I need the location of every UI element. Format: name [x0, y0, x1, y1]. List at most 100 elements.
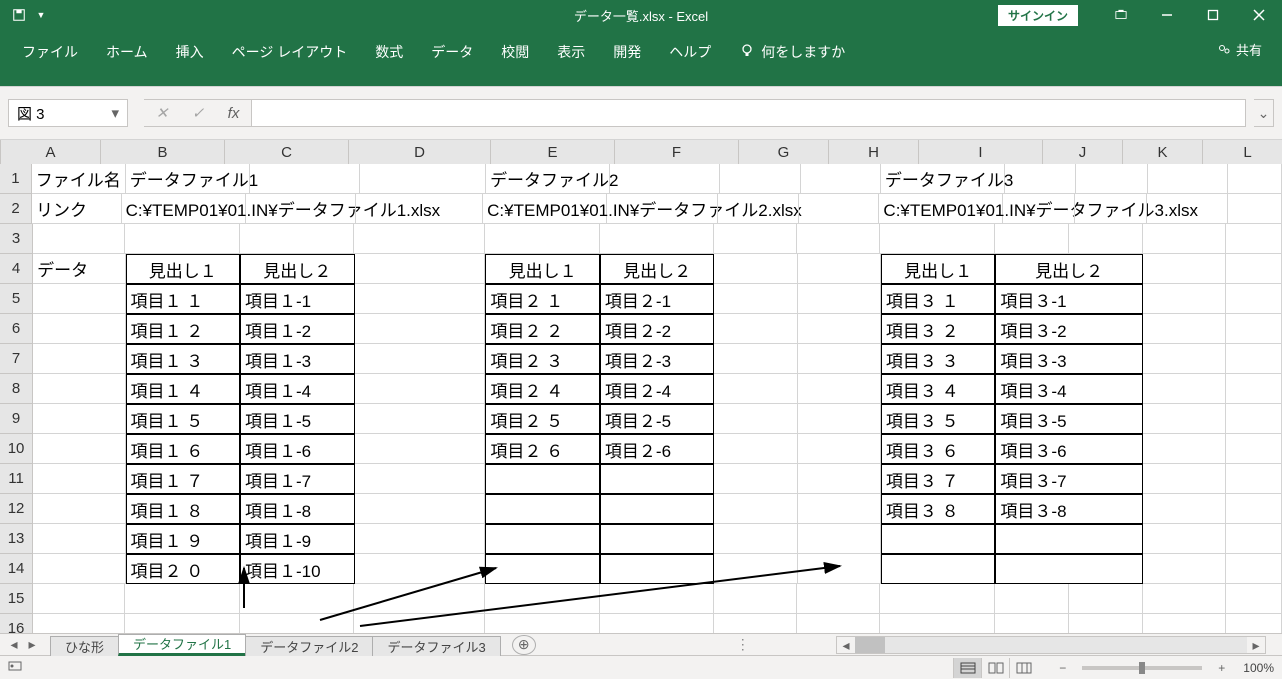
cell-I10[interactable]: 項目３ ６	[881, 434, 996, 464]
cell-B6[interactable]: 項目１ ２	[126, 314, 241, 344]
cell-E4[interactable]: 見出し１	[485, 254, 600, 284]
cell-F7[interactable]: 項目２-3	[600, 344, 715, 374]
cell-J7[interactable]: 項目３-3	[995, 344, 1143, 374]
cell-L6[interactable]	[1143, 314, 1226, 344]
cell-A12[interactable]	[33, 494, 125, 524]
cell-K3[interactable]	[1069, 224, 1143, 254]
cell-G13[interactable]	[714, 524, 797, 554]
cell-I8[interactable]: 項目３ ４	[881, 374, 996, 404]
ribbon-tab-5[interactable]: データ	[417, 36, 487, 68]
view-normal-button[interactable]	[953, 658, 981, 678]
cancel-formula-icon[interactable]: ✕	[144, 99, 180, 127]
enter-formula-icon[interactable]: ✓	[180, 99, 216, 127]
cell-L5[interactable]	[1143, 284, 1226, 314]
cell-F13[interactable]	[600, 524, 715, 554]
signin-button[interactable]: サインイン	[998, 5, 1078, 26]
cell-L2[interactable]	[1147, 194, 1228, 224]
cell-F11[interactable]	[600, 464, 715, 494]
cell-L15[interactable]	[1143, 584, 1226, 614]
cell-G5[interactable]	[714, 284, 797, 314]
close-button[interactable]	[1236, 0, 1282, 30]
cell-G12[interactable]	[714, 494, 797, 524]
cell-J11[interactable]: 項目３-7	[995, 464, 1143, 494]
cell-C12[interactable]: 項目１-8	[240, 494, 355, 524]
cell-I14[interactable]	[881, 554, 996, 584]
cell-H3[interactable]	[797, 224, 880, 254]
cell-J15[interactable]	[995, 584, 1069, 614]
cell-M7[interactable]	[1226, 344, 1282, 374]
cell-K16[interactable]	[1069, 614, 1143, 633]
cell-H13[interactable]	[798, 524, 881, 554]
col-header-F[interactable]: F	[615, 140, 739, 164]
cell-C11[interactable]: 項目１-7	[240, 464, 355, 494]
horizontal-scrollbar[interactable]: ◂ ▸	[836, 636, 1266, 654]
cell-M15[interactable]	[1226, 584, 1282, 614]
cell-I15[interactable]	[880, 584, 994, 614]
cell-D3[interactable]	[354, 224, 485, 254]
cell-J14[interactable]	[995, 554, 1143, 584]
cell-K1[interactable]	[1076, 164, 1147, 194]
row-header-7[interactable]: 7	[0, 344, 33, 374]
cell-F2[interactable]	[607, 194, 718, 224]
scrollbar-track[interactable]	[855, 637, 1247, 653]
cell-C9[interactable]: 項目１-5	[240, 404, 355, 434]
col-header-J[interactable]: J	[1043, 140, 1123, 164]
cell-A15[interactable]	[33, 584, 125, 614]
sheet-tab-1[interactable]: データファイル1	[118, 634, 246, 656]
zoom-value[interactable]: 100%	[1243, 661, 1274, 675]
ribbon-tab-2[interactable]: 挿入	[162, 36, 218, 68]
cell-H10[interactable]	[798, 434, 881, 464]
cell-J4[interactable]: 見出し２	[995, 254, 1143, 284]
cell-J2[interactable]	[1003, 194, 1075, 224]
cell-C1[interactable]	[250, 164, 360, 194]
select-all-button[interactable]	[0, 140, 1, 164]
cell-E3[interactable]	[485, 224, 599, 254]
cell-D16[interactable]	[354, 614, 485, 633]
cell-C4[interactable]: 見出し２	[240, 254, 355, 284]
zoom-in-button[interactable]: +	[1212, 661, 1231, 675]
cell-D10[interactable]	[355, 434, 486, 464]
cell-H16[interactable]	[797, 614, 880, 633]
cell-A4[interactable]: データ	[33, 254, 125, 284]
cell-E16[interactable]	[485, 614, 599, 633]
cell-I4[interactable]: 見出し１	[881, 254, 996, 284]
row-header-5[interactable]: 5	[0, 284, 33, 314]
col-header-L[interactable]: L	[1203, 140, 1282, 164]
cell-M2[interactable]	[1228, 194, 1282, 224]
row-header-13[interactable]: 13	[0, 524, 33, 554]
cell-L12[interactable]	[1143, 494, 1226, 524]
cell-C10[interactable]: 項目１-6	[240, 434, 355, 464]
cell-F1[interactable]	[610, 164, 720, 194]
cell-H2[interactable]	[799, 194, 880, 224]
sheet-tab-2[interactable]: データファイル2	[245, 636, 373, 656]
row-header-2[interactable]: 2	[0, 194, 32, 224]
cell-E1[interactable]: データファイル2	[486, 164, 610, 194]
row-header-9[interactable]: 9	[0, 404, 33, 434]
ribbon-tab-7[interactable]: 表示	[543, 36, 599, 68]
ribbon-options-button[interactable]	[1098, 0, 1144, 30]
autosave-icon[interactable]	[12, 8, 26, 22]
cell-C15[interactable]	[240, 584, 354, 614]
cell-F6[interactable]: 項目２-2	[600, 314, 715, 344]
cell-B10[interactable]: 項目１ ６	[126, 434, 241, 464]
cell-F12[interactable]	[600, 494, 715, 524]
cell-I5[interactable]: 項目３ １	[881, 284, 996, 314]
cell-G9[interactable]	[714, 404, 797, 434]
cell-F8[interactable]: 項目２-4	[600, 374, 715, 404]
cell-D12[interactable]	[355, 494, 486, 524]
cell-C3[interactable]	[240, 224, 354, 254]
cell-K15[interactable]	[1069, 584, 1143, 614]
cell-B1[interactable]: データファイル1	[126, 164, 250, 194]
col-header-E[interactable]: E	[491, 140, 615, 164]
cell-E6[interactable]: 項目２ ２	[485, 314, 600, 344]
cell-I9[interactable]: 項目３ ５	[881, 404, 996, 434]
cell-I7[interactable]: 項目３ ３	[881, 344, 996, 374]
cell-G15[interactable]	[714, 584, 797, 614]
cell-B7[interactable]: 項目１ ３	[126, 344, 241, 374]
cell-J5[interactable]: 項目３-1	[995, 284, 1143, 314]
row-header-14[interactable]: 14	[0, 554, 33, 584]
cell-A13[interactable]	[33, 524, 125, 554]
row-header-11[interactable]: 11	[0, 464, 33, 494]
cell-M12[interactable]	[1226, 494, 1282, 524]
cell-B8[interactable]: 項目１ ４	[126, 374, 241, 404]
